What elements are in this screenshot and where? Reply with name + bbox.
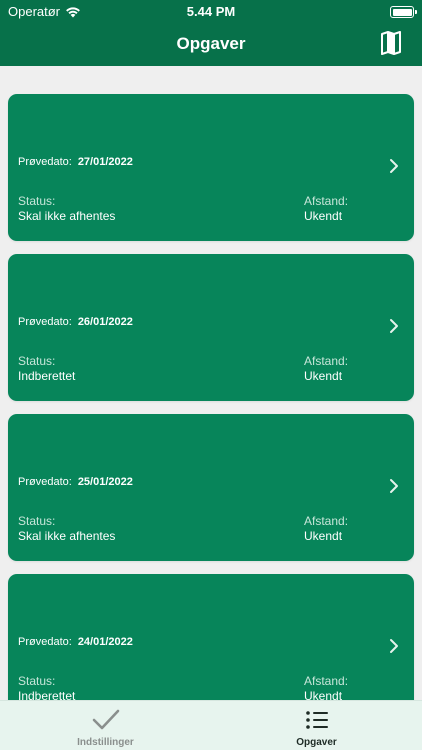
status-value: Skal ikke afhentes — [18, 209, 116, 223]
test-date-label: Prøvedato: — [18, 636, 72, 648]
battery-fill — [392, 8, 412, 16]
map-icon — [381, 31, 401, 55]
test-date-row: Prøvedato: 26/01/2022 — [18, 316, 133, 328]
test-date-label: Prøvedato: — [18, 476, 72, 488]
test-date-value: 26/01/2022 — [77, 316, 133, 328]
tab-tasks[interactable]: Opgaver — [211, 701, 422, 750]
tab-settings-label: Indstillinger — [77, 737, 134, 748]
status-value: Indberettet — [18, 689, 76, 700]
test-date-row: Prøvedato: 25/01/2022 — [18, 476, 133, 488]
battery-icon — [390, 6, 417, 18]
distance-label: Afstand: — [304, 354, 349, 368]
status-value: Indberettet — [18, 369, 76, 383]
distance-value: Ukendt — [304, 209, 343, 223]
chevron-right-icon — [390, 319, 398, 333]
task-card[interactable]: Prøvedato: 24/01/2022 Status: Indberette… — [8, 574, 414, 700]
tab-bar: Indstillinger Opgaver — [0, 700, 422, 750]
test-date-row: Prøvedato: 27/01/2022 — [18, 156, 133, 168]
app-screen: Operatør 5.44 PM Opgaver Prøvedato: 27/0… — [0, 0, 422, 750]
task-card[interactable]: Prøvedato: 26/01/2022 Status: Indberette… — [8, 254, 414, 401]
test-date-label: Prøvedato: — [18, 316, 72, 328]
list-icon — [302, 707, 332, 733]
test-date-value: 27/01/2022 — [77, 156, 133, 168]
test-date-label: Prøvedato: — [18, 156, 72, 168]
distance-label: Afstand: — [304, 674, 349, 688]
test-date-row: Prøvedato: 24/01/2022 — [18, 636, 133, 648]
task-card[interactable]: Prøvedato: 25/01/2022 Status: Skal ikke … — [8, 414, 414, 561]
test-date-value: 25/01/2022 — [77, 476, 133, 488]
test-date-value: 24/01/2022 — [77, 636, 133, 648]
status-label: Status: — [18, 514, 56, 528]
chevron-right-icon — [390, 639, 398, 653]
header: Operatør 5.44 PM Opgaver — [0, 0, 422, 66]
task-card[interactable]: Prøvedato: 27/01/2022 Status: Skal ikke … — [8, 94, 414, 241]
distance-value: Ukendt — [304, 529, 343, 543]
tab-settings[interactable]: Indstillinger — [0, 701, 211, 750]
status-bar: Operatør 5.44 PM — [0, 0, 422, 24]
distance-value: Ukendt — [304, 369, 343, 383]
map-button[interactable] — [378, 30, 404, 56]
page-title: Opgaver — [176, 34, 246, 53]
status-label: Status: — [18, 194, 56, 208]
nav-bar: Opgaver — [0, 24, 422, 66]
distance-value: Ukendt — [304, 689, 343, 700]
chevron-right-icon — [390, 159, 398, 173]
status-label: Status: — [18, 354, 56, 368]
status-value: Skal ikke afhentes — [18, 529, 116, 543]
chevron-right-icon — [390, 479, 398, 493]
status-label: Status: — [18, 674, 56, 688]
tab-tasks-label: Opgaver — [296, 737, 337, 748]
distance-label: Afstand: — [304, 194, 349, 208]
checkmark-icon — [91, 707, 121, 733]
distance-label: Afstand: — [304, 514, 349, 528]
status-time: 5.44 PM — [186, 4, 236, 19]
task-list: Prøvedato: 27/01/2022 Status: Skal ikke … — [0, 66, 422, 700]
